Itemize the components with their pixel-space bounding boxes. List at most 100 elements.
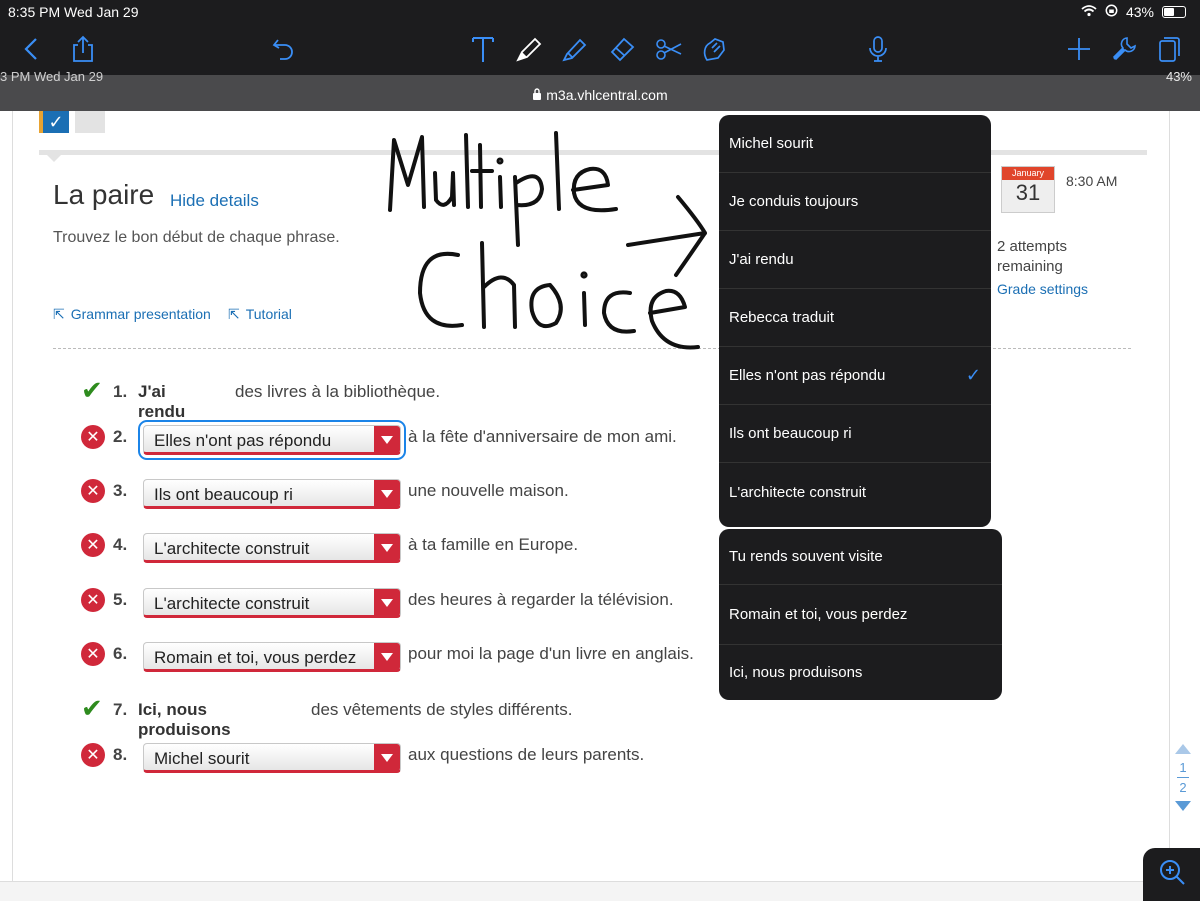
battery-percent: 43%: [1125, 4, 1154, 20]
battery-icon: [1162, 6, 1186, 18]
microphone-icon[interactable]: [861, 32, 895, 66]
answer-select[interactable]: Elles n'ont pas répondu: [138, 420, 406, 460]
answer-select[interactable]: Michel sourit: [143, 743, 401, 773]
wrong-x-icon: ✕: [81, 588, 105, 612]
add-icon[interactable]: [1062, 32, 1096, 66]
option-item[interactable]: J'ai rendu: [719, 231, 991, 289]
url-text: m3a.vhlcentral.com: [546, 87, 668, 103]
option-item-selected[interactable]: Elles n'ont pas répondu ✓: [719, 347, 991, 405]
pages-icon[interactable]: [1151, 32, 1185, 66]
browser-address-bar: 3 PM Wed Jan 29 43% m3a.vhlcentral.com: [0, 69, 1200, 111]
answer-options-popover-continued: Tu rends souvent visite Romain et toi, v…: [719, 529, 1002, 700]
ghost-status-time: 3 PM Wed Jan 29: [0, 69, 104, 84]
zoom-in-icon: [1157, 857, 1187, 892]
question-number: 4.: [113, 535, 128, 554]
question-number: 2.: [113, 427, 128, 446]
tab-completed[interactable]: ✓: [39, 111, 69, 133]
share-icon[interactable]: [66, 32, 100, 66]
attempts-remaining: 2 attempts remaining: [997, 238, 1068, 275]
correct-check-icon: ✔: [81, 693, 103, 723]
correct-check-icon: ✔: [81, 375, 103, 405]
option-item[interactable]: Michel sourit: [719, 115, 991, 173]
calendar-icon: January 31: [1001, 166, 1055, 213]
sentence-ending: à la fête d'anniversaire de mon ami.: [408, 427, 677, 446]
grammar-presentation-link[interactable]: ⇱ Grammar presentation: [53, 306, 211, 323]
tutorial-link[interactable]: ⇱ Tutorial: [228, 306, 292, 323]
option-item[interactable]: Ici, nous produisons: [719, 645, 1002, 700]
due-time: 8:30 AM: [1066, 173, 1118, 189]
answer-select-value: L'architecte construit: [154, 594, 310, 613]
calendar-day: 31: [1015, 180, 1041, 205]
correct-answer: J'ai rendu: [138, 382, 186, 421]
pen-icon[interactable]: [512, 32, 546, 66]
lasso-icon[interactable]: [697, 32, 731, 66]
wrong-x-icon: ✕: [81, 533, 105, 557]
text-tool-icon[interactable]: [466, 32, 500, 66]
question-number: 3.: [113, 481, 128, 500]
question-number: 1.: [113, 382, 128, 401]
answer-select[interactable]: Ils ont beaucoup ri: [143, 479, 401, 509]
hide-details-link[interactable]: Hide details: [170, 191, 259, 211]
answer-select-value: Michel sourit: [154, 749, 250, 768]
sentence-ending: des livres à la bibliothèque.: [235, 382, 441, 401]
option-item[interactable]: L'architecte construit: [719, 463, 991, 521]
status-bar: 8:35 PM Wed Jan 29 43%: [0, 0, 1200, 24]
bottom-bar: [0, 881, 1143, 901]
sentence-ending: pour moi la page d'un livre en anglais.: [408, 644, 694, 663]
question-number: 6.: [113, 644, 128, 663]
undo-icon[interactable]: [266, 32, 300, 66]
chevron-down-icon[interactable]: [374, 426, 400, 453]
option-item[interactable]: Rebecca traduit: [719, 289, 991, 347]
page-separator: [1177, 777, 1189, 778]
option-item[interactable]: Je conduis toujours: [719, 173, 991, 231]
current-page: 1: [1179, 760, 1187, 775]
wrong-x-icon: ✕: [81, 642, 105, 666]
total-pages: 2: [1179, 780, 1187, 795]
activity-title: La paire: [53, 179, 155, 210]
answer-select[interactable]: L'architecte construit: [143, 588, 401, 618]
answer-select-value: Ils ont beaucoup ri: [154, 485, 293, 504]
url-field[interactable]: m3a.vhlcentral.com: [0, 87, 1200, 103]
chevron-down-icon[interactable]: [374, 744, 400, 771]
answer-select[interactable]: Romain et toi, vous perdez: [143, 642, 401, 672]
wrench-icon[interactable]: [1107, 32, 1141, 66]
tab-pointer: [45, 153, 63, 162]
chevron-down-icon[interactable]: [374, 480, 400, 507]
answer-options-popover: Michel sourit Je conduis toujours J'ai r…: [719, 115, 991, 527]
chevron-down-icon[interactable]: [374, 589, 400, 616]
answer-select-value: L'architecte construit: [154, 539, 310, 558]
answer-select-value: Romain et toi, vous perdez: [154, 648, 357, 667]
chevron-down-icon[interactable]: [374, 643, 400, 670]
option-item[interactable]: Romain et toi, vous perdez: [719, 585, 1002, 645]
wrong-x-icon: ✕: [81, 743, 105, 767]
back-icon[interactable]: [15, 32, 49, 66]
tab-next[interactable]: [75, 111, 105, 133]
sentence-ending: aux questions de leurs parents.: [408, 745, 645, 764]
zoom-button[interactable]: [1143, 848, 1200, 901]
wrong-x-icon: ✕: [81, 479, 105, 503]
page-up-icon[interactable]: [1175, 744, 1191, 754]
scissors-icon[interactable]: [652, 32, 686, 66]
highlighter-icon[interactable]: [558, 32, 592, 66]
tutorial-label: Tutorial: [245, 306, 292, 322]
chevron-down-icon[interactable]: [374, 534, 400, 561]
question-number: 7.: [113, 700, 128, 719]
external-arrow-icon: ⇱: [53, 306, 65, 322]
checkmark-icon: ✓: [965, 365, 981, 385]
calendar-month: January: [1002, 167, 1054, 180]
sentence-ending: à ta famille en Europe.: [408, 535, 579, 554]
eraser-icon[interactable]: [605, 32, 639, 66]
page-down-icon[interactable]: [1175, 801, 1191, 811]
page-navigator: 1 2: [1172, 740, 1194, 820]
status-right: 43%: [1081, 4, 1186, 20]
wrong-x-icon: ✕: [81, 425, 105, 449]
sentence-ending: des vêtements de styles différents.: [311, 700, 573, 719]
lock-icon: [532, 87, 546, 103]
answer-select[interactable]: L'architecte construit: [143, 533, 401, 563]
grammar-presentation-label: Grammar presentation: [70, 306, 211, 322]
option-item[interactable]: Tu rends souvent visite: [719, 529, 1002, 585]
notes-toolbar: [0, 24, 1200, 75]
grade-settings-link[interactable]: Grade settings: [997, 281, 1088, 297]
question-number: 5.: [113, 590, 128, 609]
option-item[interactable]: Ils ont beaucoup ri: [719, 405, 991, 463]
